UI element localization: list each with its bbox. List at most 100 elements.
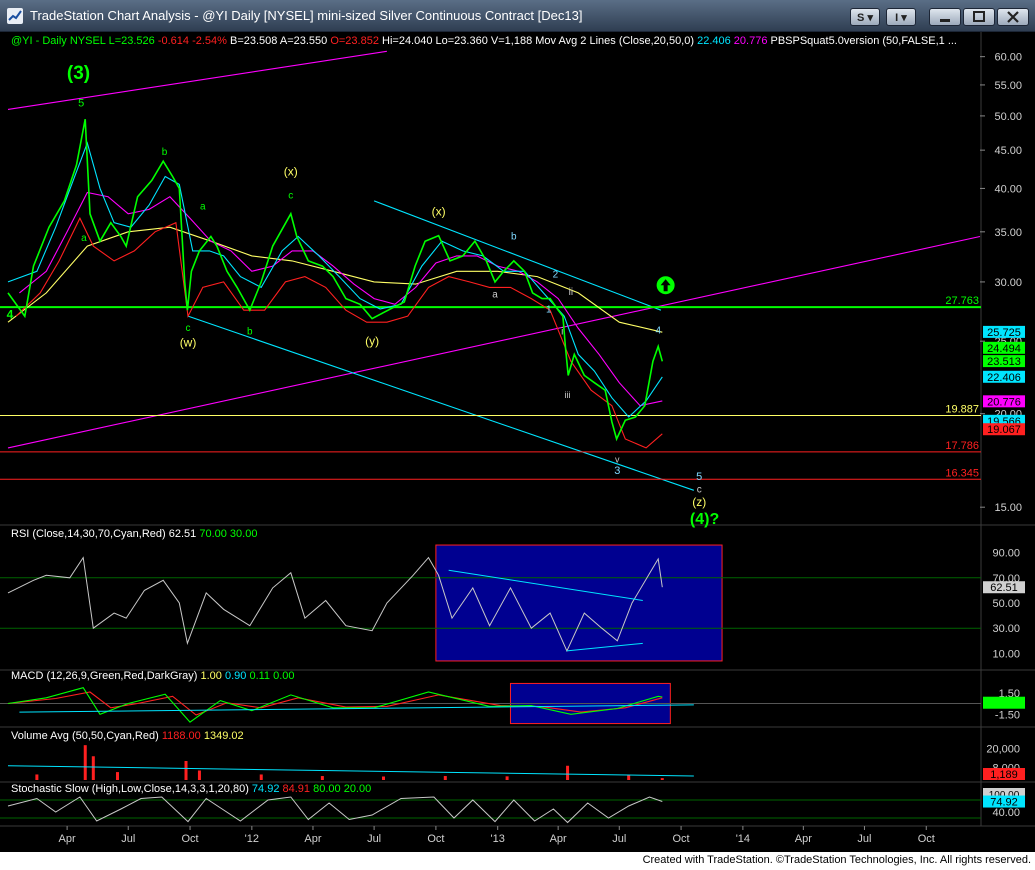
price-tick-label: 40.00 xyxy=(994,183,1022,195)
stochastic-header-field: 80.00 xyxy=(310,783,341,795)
price-header-field: -0.614 xyxy=(155,35,189,47)
price-panel-bg xyxy=(0,32,1035,525)
wave-label: c xyxy=(288,190,293,201)
wave-label: a xyxy=(81,233,87,244)
close-button[interactable] xyxy=(997,8,1029,26)
volume-header-field: 1349.02 xyxy=(201,730,244,742)
volume-bar xyxy=(505,776,509,780)
window-title: TradeStation Chart Analysis - @YI Daily … xyxy=(30,8,583,23)
volume-bar xyxy=(443,776,447,780)
maximize-button[interactable] xyxy=(963,8,995,26)
wave-label: c xyxy=(697,484,702,495)
price-tick-label: 45.00 xyxy=(994,145,1022,157)
maximize-icon xyxy=(973,11,985,22)
price-tick-label: 55.00 xyxy=(994,80,1022,92)
stochastic-header-field: 20.00 xyxy=(341,783,372,795)
price-header-field: Hi=24.040 xyxy=(379,35,433,47)
stochastic-header-field: 84.91 xyxy=(279,783,310,795)
chevron-down-icon: ▾ xyxy=(867,12,873,24)
price-header-field: L=23.526 xyxy=(106,35,155,47)
wave-label: 1 xyxy=(546,305,552,316)
value-badge-label: 25.725 xyxy=(987,327,1021,339)
time-tick-label: Jul xyxy=(612,833,626,845)
volume-value-badge-label: 1,189 xyxy=(990,769,1018,781)
volume-bar xyxy=(660,778,664,780)
price-header-field: V=1,188 xyxy=(488,35,532,47)
wave-label: iii xyxy=(565,390,571,400)
value-badge-label: 24.494 xyxy=(987,343,1021,355)
minimize-icon xyxy=(940,19,950,22)
stochastic-header-field: 74.92 xyxy=(249,783,280,795)
value-badge-label: 20.776 xyxy=(987,396,1021,408)
tradestation-app-icon xyxy=(7,8,23,24)
time-tick-label: Jul xyxy=(121,833,135,845)
rsi-header-field: 62.51 xyxy=(166,528,197,540)
minimize-button[interactable] xyxy=(929,8,961,26)
macd-header-field: 1.00 xyxy=(197,670,221,682)
rsi-header-field: RSI (Close,14,30,70,Cyan,Red) xyxy=(11,528,166,540)
wave-label: 5 xyxy=(696,471,702,483)
price-tick-label: 15.00 xyxy=(994,502,1022,514)
wave-label: c xyxy=(186,323,191,334)
wave-label: b xyxy=(162,147,168,158)
rsi-value-badge-label: 62.51 xyxy=(990,582,1018,594)
wave-label: (w) xyxy=(180,335,197,349)
wave-label: (x) xyxy=(284,165,298,179)
volume-bar xyxy=(115,772,119,780)
volume-bar xyxy=(566,765,570,780)
time-tick-label: '14 xyxy=(736,833,750,845)
horizontal-level-label: 19.887 xyxy=(945,404,979,416)
interval-link-i-button[interactable]: I ▾ xyxy=(886,8,916,26)
wave-label: b xyxy=(511,231,517,242)
time-tick-label: Oct xyxy=(181,833,198,845)
time-tick-label: '12 xyxy=(245,833,259,845)
value-badge-label: 19.067 xyxy=(987,424,1021,436)
wave-label: a xyxy=(492,289,498,300)
time-tick-label: Oct xyxy=(918,833,935,845)
wave-label: 3 xyxy=(614,465,620,477)
volume-header: Volume Avg (50,50,Cyan,Red) 1188.00 1349… xyxy=(11,730,244,742)
wave-label: (y) xyxy=(365,334,379,348)
rsi-tick-label: 50.00 xyxy=(992,598,1020,610)
wave-label: 4 xyxy=(655,325,661,336)
time-tick-label: Apr xyxy=(795,833,812,845)
wave-label: ii xyxy=(569,287,573,298)
wave-label: (4)? xyxy=(690,511,719,528)
time-tick-label: Oct xyxy=(673,833,690,845)
price-header-field: Lo=23.360 xyxy=(432,35,487,47)
price-header-field: B=23.508 xyxy=(227,35,277,47)
macd-header-field: 0.00 xyxy=(270,670,294,682)
horizontal-level-label: 27.763 xyxy=(945,295,979,307)
wave-label: (z) xyxy=(692,495,706,509)
time-tick-label: Jul xyxy=(367,833,381,845)
price-header: @YI - Daily NYSEL L=23.526 -0.614 -2.54%… xyxy=(11,35,957,47)
volume-bar xyxy=(627,775,631,780)
volume-header-field: 1188.00 xyxy=(159,730,201,742)
macd-value-badge xyxy=(983,696,1025,709)
rsi-header: RSI (Close,14,30,70,Cyan,Red) 62.51 70.0… xyxy=(11,528,257,540)
macd-header: MACD (12,26,9,Green,Red,DarkGray) 1.00 0… xyxy=(11,670,295,682)
price-header-field: PBSPSquat5.0version (50,FALSE,1 ... xyxy=(767,35,957,47)
volume-bar xyxy=(320,776,324,780)
macd-header-field: MACD (12,26,9,Green,Red,DarkGray) xyxy=(11,670,197,682)
volume-bar xyxy=(259,774,263,780)
rsi-header-field: 70.00 xyxy=(196,528,227,540)
time-tick-label: '13 xyxy=(491,833,505,845)
rsi-header-field: 30.00 xyxy=(227,528,258,540)
wave-label: 4 xyxy=(7,308,14,322)
volume-bar xyxy=(381,776,385,780)
volume-bar xyxy=(83,745,87,780)
rsi-tick-label: 30.00 xyxy=(992,623,1020,635)
price-tick-label: 35.00 xyxy=(994,227,1022,239)
symbol-link-s-label: S xyxy=(857,12,865,24)
wave-label: 5 xyxy=(78,97,84,109)
horizontal-level-label: 17.786 xyxy=(945,440,979,452)
symbol-link-s-button[interactable]: S ▾ xyxy=(850,8,880,26)
time-tick-label: Oct xyxy=(427,833,444,845)
macd-header-field: 0.11 xyxy=(246,670,270,682)
volume-bar xyxy=(91,756,95,780)
chart-area[interactable]: 60.0055.0050.0045.0040.0035.0030.0025.00… xyxy=(0,32,1035,852)
credit-text: Created with TradeStation. ©TradeStation… xyxy=(642,854,1031,866)
price-tick-label: 60.00 xyxy=(994,52,1022,64)
stochastic-tick-label: 40.00 xyxy=(992,807,1020,819)
